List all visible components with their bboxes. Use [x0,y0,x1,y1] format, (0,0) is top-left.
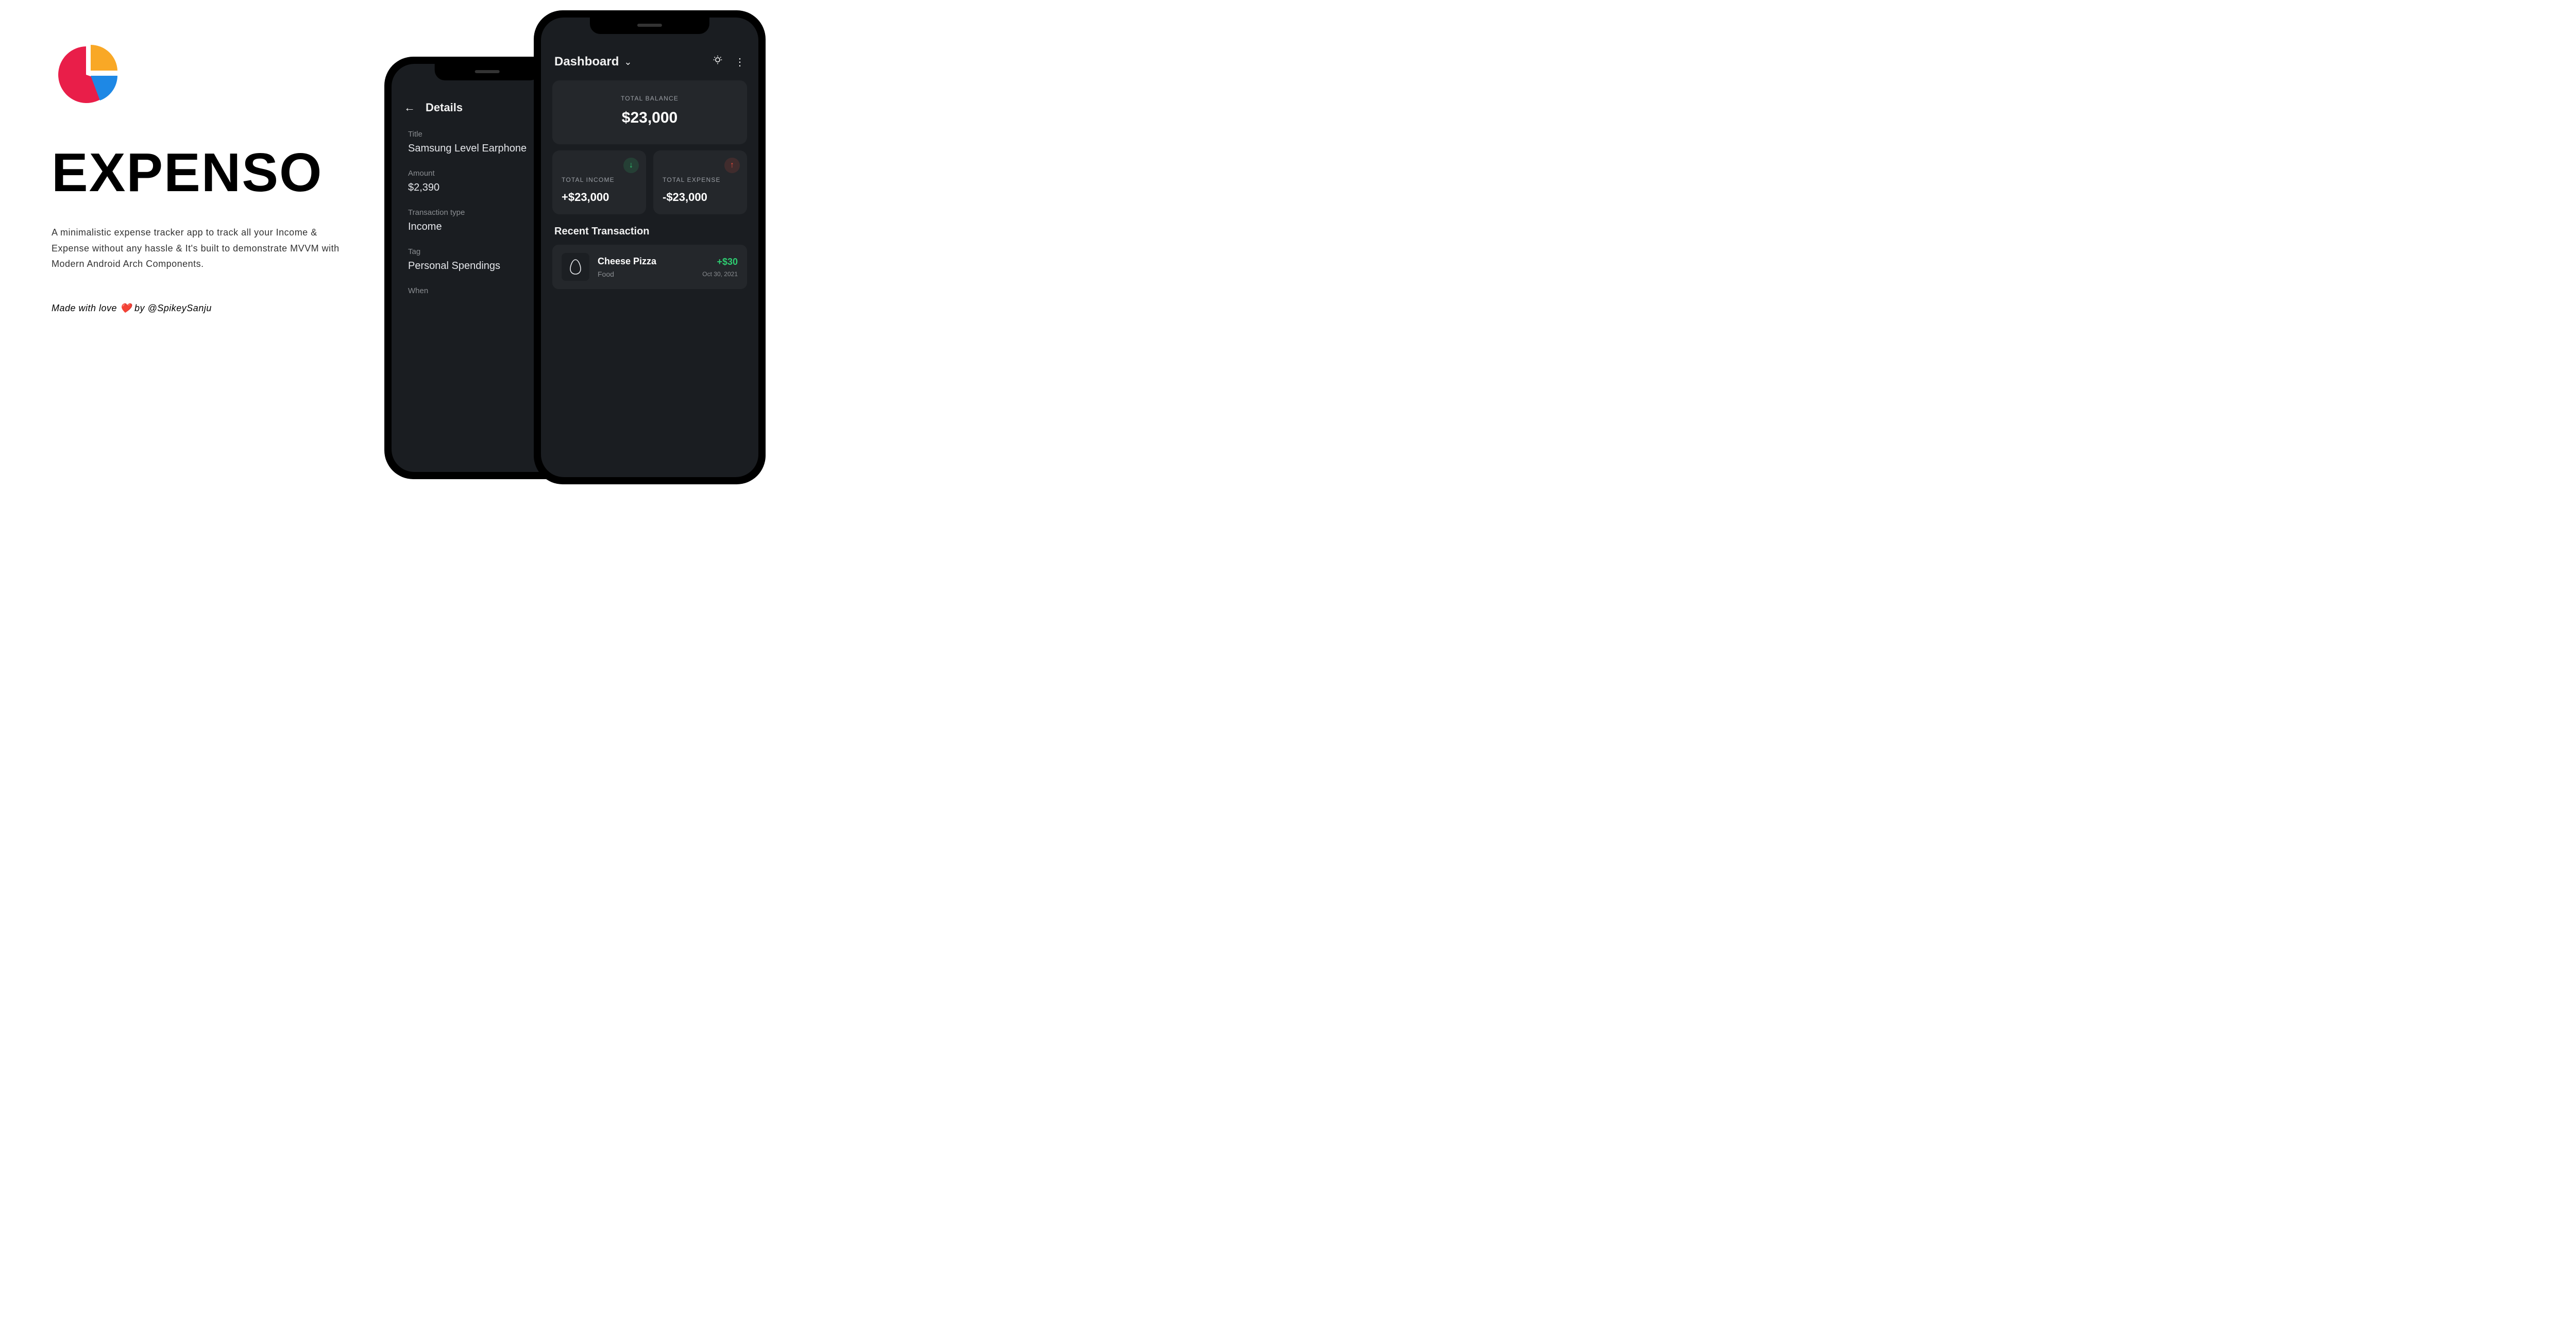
heart-icon: ❤️ [120,303,132,313]
back-arrow-icon[interactable]: ← [404,101,415,114]
balance-label: TOTAL BALANCE [563,95,737,102]
transaction-category: Food [598,270,694,278]
balance-value: $23,000 [563,109,737,127]
arrow-down-icon: ↓ [623,158,639,173]
egg-icon [562,253,589,281]
phone-notch [435,64,540,80]
details-title: Details [426,101,463,114]
income-card[interactable]: ↓ TOTAL INCOME +$23,000 [552,150,646,214]
expense-card[interactable]: ↑ TOTAL EXPENSE -$23,000 [653,150,747,214]
more-vertical-icon[interactable]: ⋮ [735,56,745,69]
transaction-name: Cheese Pizza [598,256,694,267]
transaction-row[interactable]: Cheese Pizza Food +$30 Oct 30, 2021 [552,245,747,289]
income-label: TOTAL INCOME [562,176,637,183]
app-title: EXPENSO [52,142,345,204]
expense-label: TOTAL EXPENSE [663,176,738,183]
income-value: +$23,000 [562,191,637,204]
transaction-amount: +$30 [702,257,738,267]
recent-transaction-title: Recent Transaction [541,214,758,245]
app-logo [52,39,124,111]
phone-notch [590,18,709,34]
transaction-date: Oct 30, 2021 [702,270,738,278]
credit-line: Made with love ❤️ by @SpikeySanju [52,303,345,314]
expense-value: -$23,000 [663,191,738,204]
tagline: A minimalistic expense tracker app to tr… [52,225,345,272]
dashboard-title[interactable]: Dashboard [554,55,619,69]
phone-dashboard: Dashboard ⌄ ⋮ TOTAL BALANCE $23,000 ↓ TO… [534,10,766,484]
balance-card: TOTAL BALANCE $23,000 [552,80,747,144]
arrow-up-icon: ↑ [724,158,740,173]
chevron-down-icon[interactable]: ⌄ [624,57,632,67]
lightbulb-icon[interactable] [712,55,723,69]
